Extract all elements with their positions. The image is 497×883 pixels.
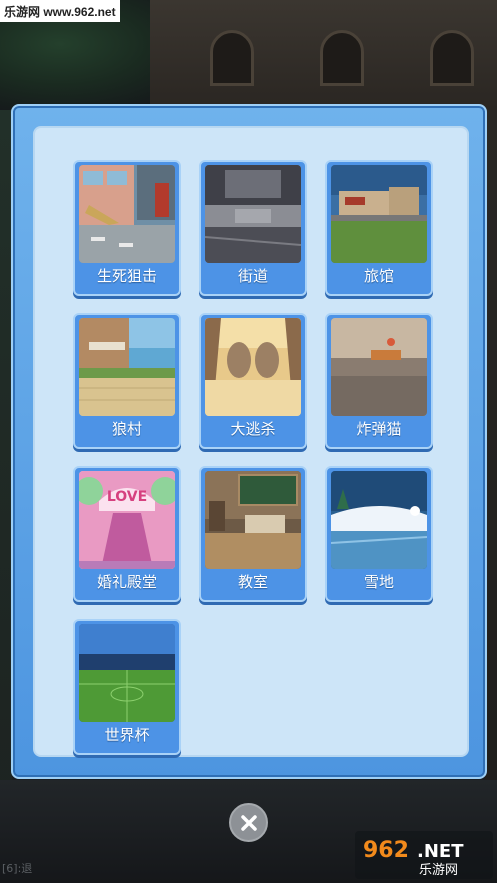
scene-label: 生死狙击 <box>96 267 157 285</box>
watermark-top: 乐游网 www.962.net <box>0 0 120 22</box>
background-hint-text: [6]:退 <box>2 862 33 875</box>
scene-card-1[interactable]: 生死狙击 <box>73 160 181 296</box>
scene-card-8[interactable]: 教室 <box>199 466 307 602</box>
scene-label: 街道 <box>237 267 268 285</box>
scene-card-2[interactable]: 街道 <box>199 160 307 296</box>
stadium-scene-icon <box>79 624 175 722</box>
svg-text:LOVE: LOVE <box>107 489 147 505</box>
scene-card-3[interactable]: 旅馆 <box>325 160 433 296</box>
classroom-scene-icon <box>205 471 301 569</box>
snow-scene-icon <box>331 471 427 569</box>
svg-text:乐游网: 乐游网 <box>419 863 458 878</box>
arena-scene-icon <box>205 318 301 416</box>
scene-label: 婚礼殿堂 <box>96 573 157 591</box>
scene-grid-panel: 生死狙击 街道 旅馆 狼村 大逃杀 炸弹猫 LOVE 婚礼殿堂 教室 雪地 世界… <box>33 126 469 757</box>
scene-label: 大逃杀 <box>230 420 276 438</box>
scene-card-9[interactable]: 雪地 <box>325 466 433 602</box>
scene-label: 旅馆 <box>363 267 394 285</box>
scene-card-10[interactable]: 世界杯 <box>73 619 181 755</box>
background-building <box>150 0 497 110</box>
watermark-logo: 962 .NET 乐游网 <box>355 831 493 879</box>
scene-select-modal: 生死狙击 街道 旅馆 狼村 大逃杀 炸弹猫 LOVE 婚礼殿堂 教室 雪地 世界… <box>11 104 487 779</box>
close-icon <box>240 814 257 831</box>
scene-label: 世界杯 <box>104 726 150 744</box>
scene-label: 雪地 <box>363 573 394 591</box>
village-scene-icon <box>79 318 175 416</box>
scene-card-5[interactable]: 大逃杀 <box>199 313 307 449</box>
scene-label: 教室 <box>237 573 268 591</box>
city-street-scene-icon <box>205 165 301 263</box>
svg-text:962: 962 <box>363 838 409 863</box>
street-shop-scene-icon <box>79 165 175 263</box>
wedding-scene-icon: LOVE <box>79 471 175 569</box>
scene-card-4[interactable]: 狼村 <box>73 313 181 449</box>
close-button[interactable] <box>229 803 268 842</box>
rooftop-scene-icon <box>331 318 427 416</box>
scene-label: 炸弹猫 <box>356 420 402 438</box>
scene-card-7[interactable]: LOVE 婚礼殿堂 <box>73 466 181 602</box>
scene-card-6[interactable]: 炸弹猫 <box>325 313 433 449</box>
motel-scene-icon <box>331 165 427 263</box>
scene-label: 狼村 <box>111 420 142 438</box>
svg-text:.NET: .NET <box>417 841 464 862</box>
